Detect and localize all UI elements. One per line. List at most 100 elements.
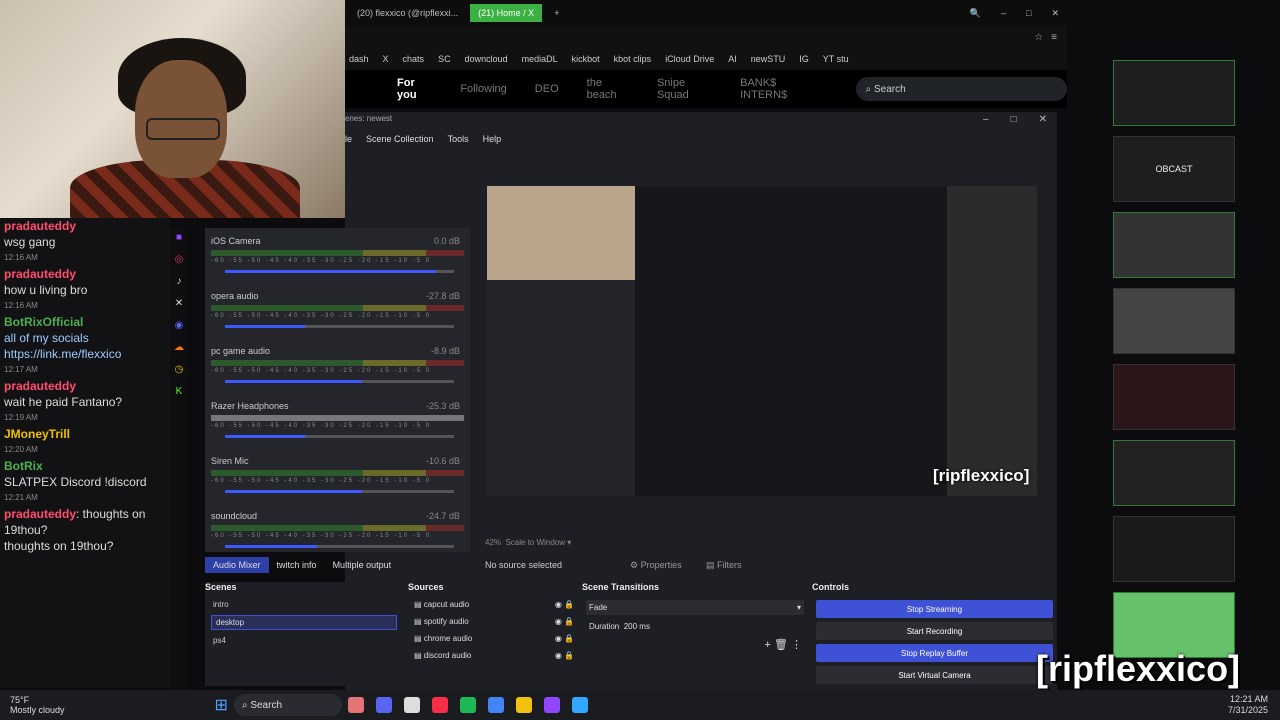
chat-username: pradauteddy: [4, 219, 77, 233]
duration-field[interactable]: Duration 200 ms: [586, 619, 804, 634]
app-icon[interactable]: [487, 697, 504, 713]
menu-item-file[interactable]: le: [345, 134, 352, 144]
chat-timestamp: 12:16 AM: [4, 253, 38, 262]
source-item[interactable]: ▤ spotify audio ◉ 🔒: [408, 613, 580, 630]
bookmark-item[interactable]: mediaDL: [522, 54, 558, 64]
volume-slider[interactable]: [225, 435, 454, 438]
dock-tabs: Audio Mixer twitch info Multiple output: [205, 557, 399, 573]
scene-item[interactable]: ps4: [205, 632, 403, 649]
source-item[interactable]: ▤ chrome audio ◉ 🔒: [408, 630, 580, 647]
volume-meter: [211, 470, 464, 476]
eye-icon[interactable]: ◉ 🔒: [555, 634, 574, 643]
start-icon[interactable]: ⊞: [215, 695, 228, 715]
clock[interactable]: 12:21 AM 7/31/2025: [1228, 694, 1280, 716]
preview-screen-capture: [635, 186, 947, 496]
properties-button[interactable]: ⚙ Properties: [630, 560, 682, 571]
menu-icon[interactable]: ≡: [1051, 32, 1057, 43]
app-icon[interactable]: [375, 697, 392, 713]
filters-button[interactable]: ▤ Filters: [706, 560, 742, 571]
weather-widget[interactable]: 75°F Mostly cloudy: [0, 695, 65, 715]
taskbar-search[interactable]: ⌕ Search: [233, 694, 342, 716]
transitions-header: Scene Transitions: [582, 582, 660, 592]
tab-flexxico[interactable]: (20) flexxico (@ripflexxi...: [349, 4, 466, 22]
source-item[interactable]: ▤ capcut audio ◉ 🔒: [408, 596, 580, 613]
minimize-icon[interactable]: –: [983, 114, 989, 125]
bookmark-item[interactable]: kickbot: [572, 54, 600, 64]
volume-slider[interactable]: [225, 490, 454, 493]
source-item[interactable]: ▤ discord audio ◉ 🔒: [408, 647, 580, 664]
chat-timestamp: 12:17 AM: [4, 365, 38, 374]
close-icon[interactable]: ✕: [1039, 114, 1047, 125]
minimize-icon[interactable]: –: [993, 4, 1014, 22]
start-recording-button[interactable]: Start Recording: [816, 622, 1053, 640]
app-icon[interactable]: [347, 697, 364, 713]
chat-timestamp: 12:19 AM: [4, 413, 38, 422]
menu-item-scene-collection[interactable]: Scene Collection: [366, 134, 434, 144]
volume-slider[interactable]: [225, 545, 454, 548]
chat-message: 12:19 AM JMoneyTrill: [0, 410, 170, 442]
meter-ticks: -60 -55 -50 -45 -40 -35 -30 -25 -20 -15 …: [211, 533, 432, 539]
scene-item[interactable]: intro: [205, 596, 403, 613]
stop-replay-buffer-button[interactable]: Stop Replay Buffer: [816, 644, 1053, 662]
x-search-input[interactable]: ⌕ Search: [855, 77, 1067, 101]
maximize-icon[interactable]: □: [1018, 4, 1039, 22]
eye-icon[interactable]: ◉ 🔒: [555, 651, 574, 660]
volume-slider[interactable]: [225, 270, 454, 273]
channel-name: iOS Camera: [211, 236, 261, 246]
stop-streaming-button[interactable]: Stop Streaming: [816, 600, 1053, 618]
bookmark-item[interactable]: YT stu: [823, 54, 849, 64]
app-icon[interactable]: [459, 697, 476, 713]
meter-ticks: -60 -55 -50 -45 -40 -35 -30 -25 -20 -15 …: [211, 258, 432, 264]
bookmark-item[interactable]: kbot clips: [614, 54, 652, 64]
kick-icon: K: [175, 386, 183, 397]
bookmark-item[interactable]: chats: [403, 54, 425, 64]
tab-deo[interactable]: DEO: [535, 83, 559, 95]
chat-message: pradauteddy wsg gang: [0, 218, 170, 250]
bookmark-item[interactable]: SC: [438, 54, 451, 64]
tab-following[interactable]: Following: [460, 83, 506, 95]
app-icon[interactable]: [431, 697, 448, 713]
bookmark-item[interactable]: X: [383, 54, 389, 64]
tab-bank-interns[interactable]: BANK$ INTERN$: [740, 77, 815, 101]
scale-select[interactable]: Scale to Window: [505, 538, 565, 547]
sources-dock: Sources ▤ capcut audio ◉ 🔒 ▤ spotify aud…: [408, 582, 580, 686]
volume-slider[interactable]: [225, 325, 454, 328]
menu-item-tools[interactable]: Tools: [448, 134, 469, 144]
bookmark-item[interactable]: newSTU: [751, 54, 786, 64]
eye-icon[interactable]: ◉ 🔒: [555, 617, 574, 626]
bookmark-icon[interactable]: ☆: [1034, 32, 1043, 43]
bookmark-item[interactable]: iCloud Drive: [665, 54, 714, 64]
tab-audio-mixer[interactable]: Audio Mixer: [205, 557, 269, 573]
close-icon[interactable]: ✕: [1043, 4, 1067, 23]
maximize-icon[interactable]: □: [1011, 114, 1017, 125]
thumbnail: [1113, 440, 1235, 506]
new-tab-icon[interactable]: +: [546, 4, 567, 22]
bookmark-item[interactable]: IG: [799, 54, 809, 64]
app-icon[interactable]: [403, 697, 420, 713]
search-icon[interactable]: 🔍: [962, 4, 989, 23]
obs-window-controls: – □ ✕: [983, 114, 1047, 125]
app-icon[interactable]: [571, 697, 588, 713]
app-icon[interactable]: [515, 697, 532, 713]
tab-the-beach[interactable]: the beach: [587, 77, 629, 101]
bookmark-item[interactable]: AI: [728, 54, 737, 64]
bookmark-item[interactable]: downcloud: [465, 54, 508, 64]
tab-twitch-info[interactable]: twitch info: [269, 557, 325, 573]
chat-text: thoughts on 19thou?: [4, 539, 114, 553]
start-virtual-camera-button[interactable]: Start Virtual Camera: [816, 666, 1053, 684]
tab-for-you[interactable]: For you: [397, 77, 432, 101]
tab-multiple-output[interactable]: Multiple output: [325, 557, 400, 573]
tab-home-x[interactable]: (21) Home / X: [470, 4, 543, 22]
scene-item-selected[interactable]: desktop: [211, 615, 397, 630]
search-icon: ⌕: [865, 83, 874, 95]
bookmark-item[interactable]: dash: [349, 54, 369, 64]
menu-item-help[interactable]: Help: [483, 134, 502, 144]
app-icon[interactable]: [543, 697, 560, 713]
obs-preview: [ripflexxico]: [487, 186, 1037, 496]
tab-snipe-squad[interactable]: Snipe Squad: [657, 77, 712, 101]
volume-slider[interactable]: [225, 380, 454, 383]
add-transition-icon[interactable]: + 🗑 ⋮: [582, 638, 808, 651]
transition-select[interactable]: Fade ▾: [586, 600, 804, 615]
meter-ticks: -60 -55 -50 -45 -40 -35 -30 -25 -20 -15 …: [211, 423, 432, 429]
eye-icon[interactable]: ◉ 🔒: [555, 600, 574, 609]
